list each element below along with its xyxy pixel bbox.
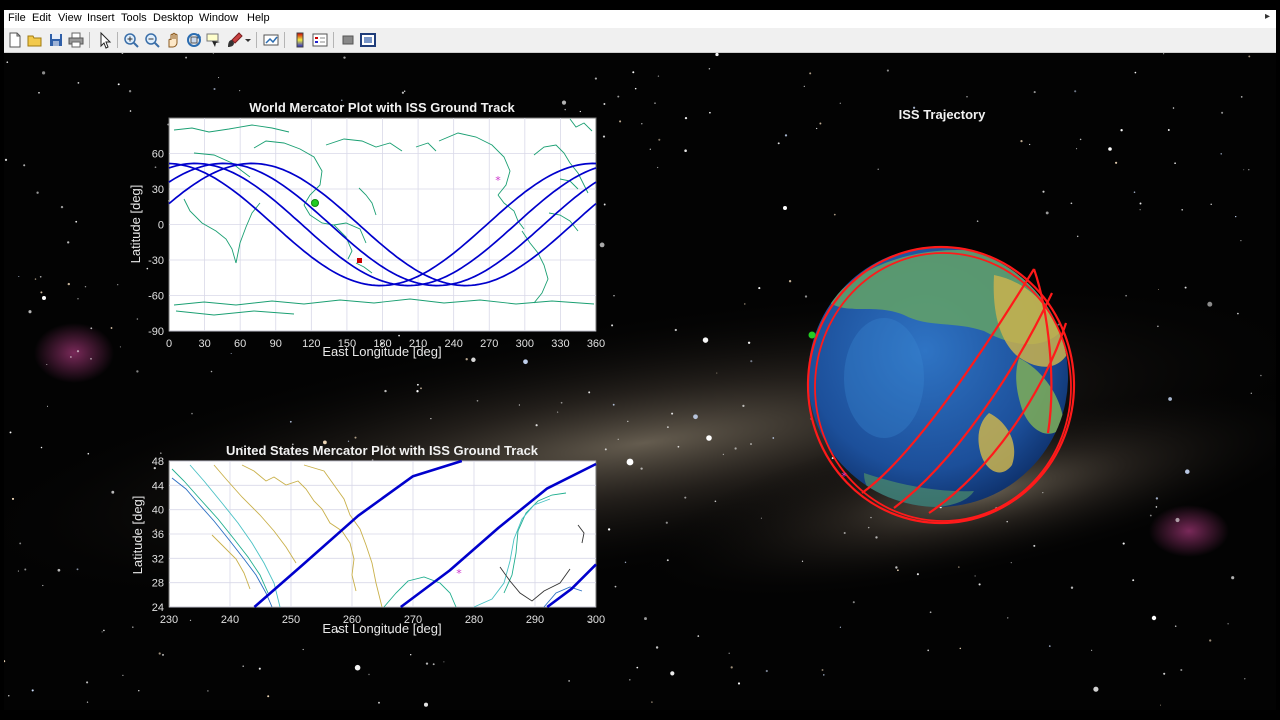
brush-dropdown-icon[interactable] — [244, 31, 252, 49]
world-x-tick: 360 — [587, 338, 605, 350]
world-y-tick: -60 — [148, 291, 164, 303]
us-x-tick: 280 — [465, 614, 483, 626]
world-y-tick: -90 — [148, 326, 164, 338]
link-plot-icon[interactable] — [262, 31, 280, 49]
us-x-tick: 250 — [282, 614, 300, 626]
trajectory-start-marker — [808, 331, 816, 339]
world-x-tick: 60 — [234, 338, 246, 350]
menu-edit[interactable]: Edit — [32, 12, 51, 24]
us-x-tick: 230 — [160, 614, 178, 626]
us-x-axis-label: East Longitude [deg] — [322, 621, 441, 636]
menu-tools[interactable]: Tools — [121, 12, 147, 24]
world-x-tick: 0 — [166, 338, 172, 350]
world-mercator-axes: World Mercator Plot with ISS Ground Trac… — [128, 100, 605, 359]
legend-icon[interactable] — [311, 31, 329, 49]
us-ground-station-marker: * — [456, 567, 462, 580]
us-y-tick: 40 — [152, 505, 164, 517]
figure-toolbar — [4, 28, 1276, 53]
menu-insert[interactable]: Insert — [87, 12, 115, 24]
data-cursor-icon[interactable] — [205, 31, 223, 49]
us-plot-title: United States Mercator Plot with ISS Gro… — [226, 443, 539, 458]
zoom-in-icon[interactable] — [122, 31, 140, 49]
open-file-icon[interactable] — [26, 31, 44, 49]
menu-bar: File Edit View Insert Tools Desktop Wind… — [4, 10, 1276, 28]
us-y-tick: 48 — [152, 456, 164, 468]
menu-dock-icon[interactable]: ▸ — [1265, 11, 1270, 22]
world-x-tick: 270 — [480, 338, 498, 350]
hide-plot-tools-icon[interactable] — [339, 31, 357, 49]
figure-canvas: World Mercator Plot with ISS Ground Trac… — [4, 53, 1276, 710]
world-x-tick: 90 — [270, 338, 282, 350]
world-x-axis-label: East Longitude [deg] — [322, 344, 441, 359]
save-icon[interactable] — [47, 31, 65, 49]
us-y-tick: 44 — [152, 480, 164, 492]
us-x-tick: 300 — [587, 614, 605, 626]
world-y-tick: 0 — [158, 220, 164, 232]
pan-icon[interactable] — [164, 31, 182, 49]
us-y-tick: 32 — [152, 553, 164, 565]
us-y-tick: 28 — [152, 578, 164, 590]
colorbar-icon[interactable] — [291, 31, 309, 49]
menu-file[interactable]: File — [8, 12, 26, 24]
select-arrow-icon[interactable] — [95, 31, 113, 49]
us-y-tick: 36 — [152, 529, 164, 541]
world-y-tick: 30 — [152, 184, 164, 196]
world-x-tick: 30 — [198, 338, 210, 350]
trajectory-end-marker: * — [841, 470, 847, 483]
us-x-tick: 240 — [221, 614, 239, 626]
rotate-3d-icon[interactable] — [185, 31, 203, 49]
menu-desktop[interactable]: Desktop — [153, 12, 193, 24]
matlab-figure-window: File Edit View Insert Tools Desktop Wind… — [4, 10, 1276, 710]
world-x-tick: 300 — [516, 338, 534, 350]
iss-current-marker — [357, 258, 362, 263]
track-start-marker — [311, 199, 319, 207]
ground-station-marker: * — [495, 174, 501, 187]
show-plot-tools-icon[interactable] — [359, 31, 377, 49]
trajectory-title: ISS Trajectory — [899, 107, 986, 122]
menu-view[interactable]: View — [58, 12, 82, 24]
us-y-tick: 24 — [152, 602, 164, 614]
world-y-tick: -30 — [148, 255, 164, 267]
world-y-tick: 60 — [152, 149, 164, 161]
print-icon[interactable] — [67, 31, 85, 49]
menu-help[interactable]: Help — [247, 12, 270, 24]
brush-icon[interactable] — [226, 31, 244, 49]
us-mercator-axes: United States Mercator Plot with ISS Gro… — [130, 443, 605, 636]
world-x-tick: 330 — [551, 338, 569, 350]
us-x-tick: 290 — [526, 614, 544, 626]
world-y-axis-label: Latitude [deg] — [128, 185, 143, 264]
world-x-tick: 120 — [302, 338, 320, 350]
world-plot-title: World Mercator Plot with ISS Ground Trac… — [249, 100, 515, 115]
world-x-tick: 240 — [444, 338, 462, 350]
menu-window[interactable]: Window — [199, 12, 238, 24]
us-y-axis-label: Latitude [deg] — [130, 496, 145, 575]
new-figure-icon[interactable] — [6, 31, 24, 49]
zoom-out-icon[interactable] — [143, 31, 161, 49]
